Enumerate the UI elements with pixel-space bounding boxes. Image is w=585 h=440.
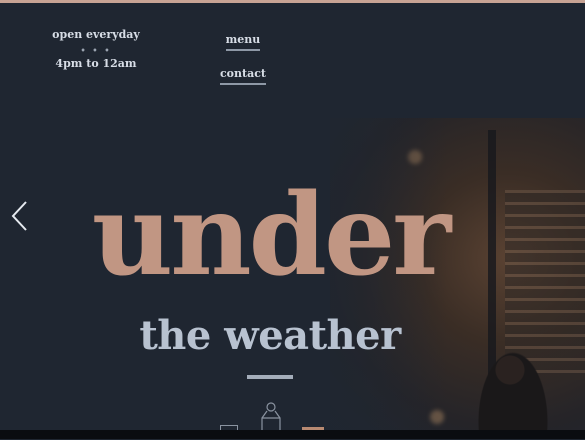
opening-days: open everyday bbox=[52, 28, 140, 41]
lantern-icon bbox=[258, 402, 284, 430]
hours-separator: • • • bbox=[80, 45, 112, 55]
hero-subtitle: the weather bbox=[139, 312, 401, 359]
chevron-left-icon bbox=[11, 201, 27, 231]
nav-link-contact[interactable]: contact bbox=[219, 67, 267, 85]
carousel-prev-button[interactable] bbox=[9, 200, 31, 232]
opening-times: 4pm to 12am bbox=[55, 57, 137, 70]
nav-link-menu[interactable]: menu bbox=[225, 33, 261, 51]
top-accent-strip bbox=[0, 0, 585, 3]
title-underline bbox=[247, 375, 293, 379]
bottom-edge bbox=[0, 430, 585, 439]
top-nav: menu contact bbox=[215, 28, 271, 85]
opening-hours: open everyday • • • 4pm to 12am bbox=[40, 28, 152, 70]
hero-title: under bbox=[91, 170, 451, 301]
